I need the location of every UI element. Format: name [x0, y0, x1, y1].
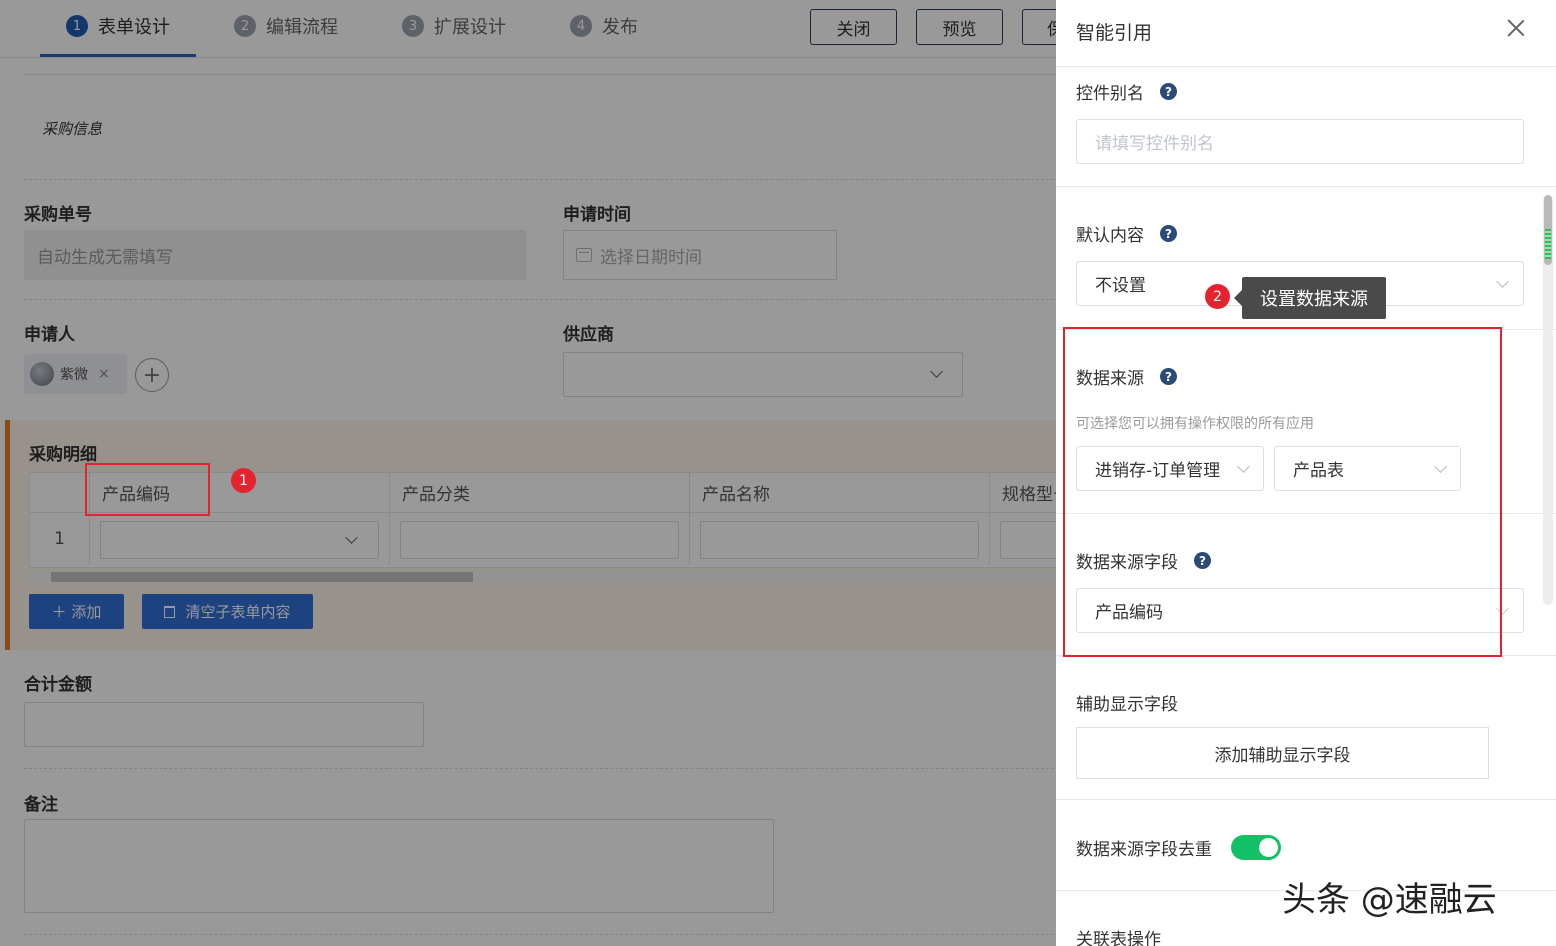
watermark: 头条 @速融云 — [1282, 880, 1497, 920]
aux-field-label: 辅助显示字段 — [1076, 695, 1178, 715]
panel-title: 智能引用 — [1076, 22, 1153, 44]
step-badge-1: 1 — [231, 468, 256, 493]
dedupe-toggle[interactable] — [1231, 835, 1281, 860]
step-badge-2: 2 — [1205, 284, 1230, 309]
highlight-box-data-source — [1063, 327, 1502, 657]
alias-label: 控件别名 — [1076, 84, 1144, 104]
scrollbar-thumb[interactable] — [1544, 195, 1552, 265]
panel-scrollbar[interactable] — [1543, 195, 1553, 605]
help-icon[interactable]: ? — [1160, 225, 1177, 242]
alias-input[interactable]: 请填写控件别名 — [1076, 119, 1524, 164]
alias-label-row: 控件别名 ? — [1076, 79, 1177, 104]
alias-placeholder: 请填写控件别名 — [1095, 134, 1214, 154]
help-icon[interactable]: ? — [1160, 83, 1177, 100]
divider — [1056, 799, 1556, 800]
divider — [1056, 66, 1556, 67]
default-content-value: 不设置 — [1095, 276, 1146, 296]
related-ops-label: 关联表操作 — [1076, 930, 1161, 946]
chevron-down-icon — [1496, 275, 1509, 288]
add-aux-field-button[interactable]: 添加辅助显示字段 — [1076, 727, 1489, 779]
highlight-box-product-code — [85, 463, 210, 516]
dedupe-label: 数据来源字段去重 — [1076, 840, 1212, 860]
toggle-knob — [1259, 838, 1278, 857]
default-content-label: 默认内容 — [1076, 226, 1144, 246]
divider — [1056, 186, 1556, 187]
annotation-tooltip: 设置数据来源 — [1234, 277, 1386, 319]
close-icon[interactable] — [1504, 16, 1528, 40]
default-content-label-row: 默认内容 ? — [1076, 221, 1177, 246]
